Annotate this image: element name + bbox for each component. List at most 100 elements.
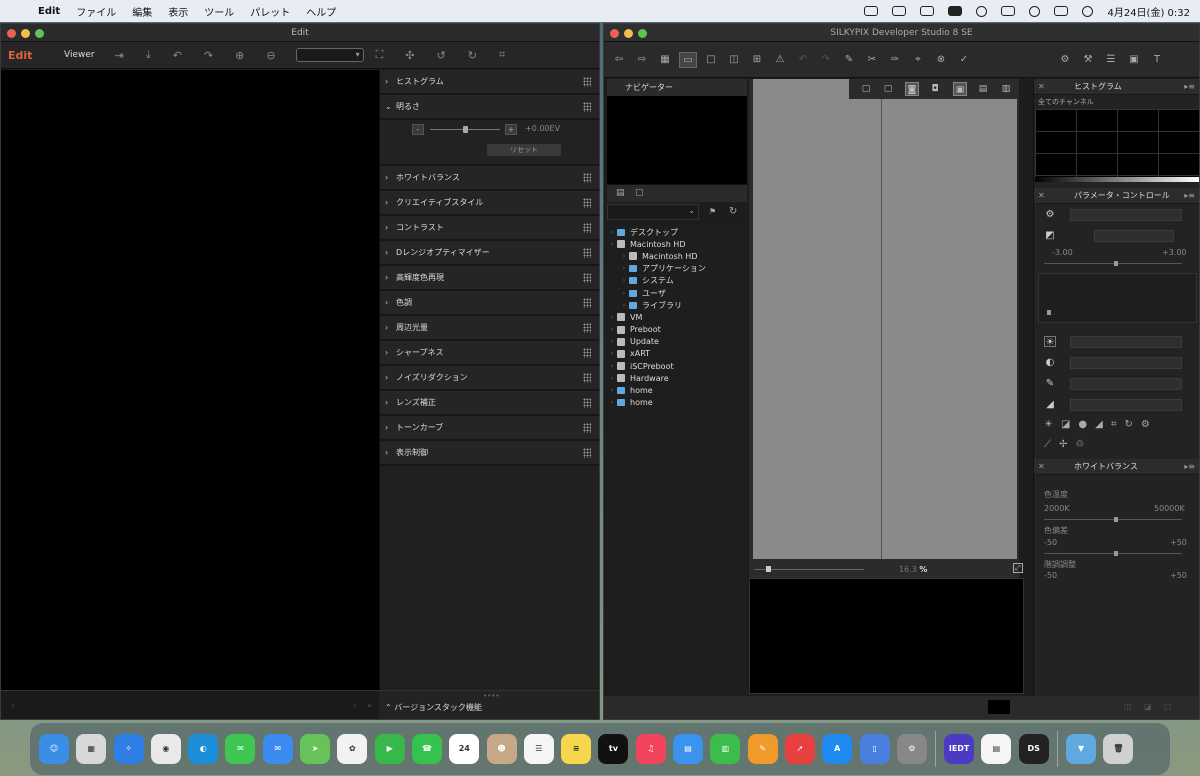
panel-item-display-control[interactable]: › 表示制御	[380, 441, 599, 466]
tree-item[interactable]: › ユーザ	[607, 287, 747, 299]
check-icon[interactable]: ✓	[955, 52, 973, 68]
comment-tab-icon[interactable]: ▢	[635, 188, 644, 198]
open-icon[interactable]: ⇦	[610, 52, 628, 68]
panel-item-vignette[interactable]: › 周辺光量	[380, 316, 599, 341]
tree-item[interactable]: › VM	[607, 311, 747, 323]
dock-app-downloads[interactable]: ▼	[1066, 734, 1097, 764]
last-arrow-icon[interactable]: »	[367, 701, 372, 710]
histogram-header[interactable]: ✕ ヒストグラム ▸≡	[1034, 79, 1199, 95]
dock-app-mail[interactable]: ✉	[262, 734, 293, 764]
grip-icon[interactable]	[583, 198, 591, 208]
calendar-status-icon[interactable]	[892, 6, 907, 16]
disclosure-icon[interactable]: ›	[619, 277, 629, 284]
dock-app-calendar[interactable]: 24	[449, 734, 480, 764]
refresh-icon[interactable]: ↻	[729, 206, 737, 217]
dock-app-numbers[interactable]: ▥	[710, 734, 741, 764]
disclosure-icon[interactable]: ›	[619, 290, 629, 297]
settings-icon[interactable]: ⚙	[1056, 52, 1074, 68]
status-icon-3[interactable]: ▢	[1164, 702, 1172, 711]
tag-icon[interactable]: ⌖	[909, 52, 927, 68]
close-window-button[interactable]	[610, 29, 619, 38]
minimize-window-button[interactable]	[21, 29, 30, 38]
view-mode-2-icon[interactable]: ▢	[881, 82, 895, 96]
disclosure-icon[interactable]: ›	[607, 314, 617, 321]
dock-app-trash[interactable]: 🗑	[1103, 734, 1134, 764]
tree-item[interactable]: › home	[607, 384, 747, 396]
thumbnail-area[interactable]	[749, 578, 1024, 694]
dev-knob[interactable]	[1114, 551, 1118, 556]
panel-item-contrast[interactable]: › コントラスト	[380, 216, 599, 241]
view-mode-5-icon[interactable]: ▣	[953, 82, 967, 96]
next-arrow-icon[interactable]: ›	[353, 701, 356, 710]
view-mode-7-icon[interactable]: ▥	[999, 82, 1013, 96]
grip-icon[interactable]	[583, 373, 591, 383]
tree-item[interactable]: › Macintosh HD	[607, 238, 747, 250]
control-center-icon[interactable]	[1054, 6, 1069, 16]
dock-app-simulator[interactable]: ▯	[859, 734, 890, 764]
disclosure-icon[interactable]: ›	[607, 387, 617, 394]
dock-app-system-preferences[interactable]: ⚙	[896, 734, 927, 764]
zoom-select[interactable]: ▾	[295, 48, 364, 62]
siri-icon[interactable]	[1082, 5, 1094, 17]
minimize-window-button[interactable]	[624, 29, 633, 38]
close-window-button[interactable]	[7, 29, 16, 38]
view-mode-6-icon[interactable]: ▤	[976, 82, 990, 96]
panel-item-sharpness[interactable]: › シャープネス	[380, 341, 599, 366]
input-source-icon[interactable]	[948, 6, 963, 16]
color-select[interactable]	[1070, 378, 1182, 390]
tree-item[interactable]: › Macintosh HD	[607, 250, 747, 262]
dock-app-rocket[interactable]: ➚	[784, 734, 815, 764]
contrast-icon[interactable]: ◐	[1044, 357, 1056, 368]
status-icon-2[interactable]: ◪	[1144, 702, 1152, 711]
develop-icon[interactable]: ⇨	[633, 52, 651, 68]
grip-icon[interactable]	[583, 323, 591, 333]
panel-item-tone-curve[interactable]: › トーンカーブ	[380, 416, 599, 441]
single-view-icon[interactable]: □	[702, 52, 720, 68]
status-icon-1[interactable]: ◫	[1124, 702, 1132, 711]
close-icon[interactable]: ✕	[1038, 459, 1045, 475]
exposure-slider[interactable]	[1044, 263, 1182, 264]
view-mode-3-icon[interactable]: ◙	[905, 82, 919, 96]
disclosure-icon[interactable]: ›	[607, 363, 617, 370]
dock-app-ds[interactable]: DS	[1018, 734, 1049, 764]
folder-dropdown[interactable]: ⌄	[607, 204, 699, 220]
silkypix-titlebar[interactable]: SILKYPIX Developer Studio 8 SE	[604, 24, 1199, 42]
edit-window-titlebar[interactable]: Edit	[1, 24, 599, 42]
tool-icons-line1[interactable]: ☀◪●◢⌗↻⚙	[1044, 419, 1158, 430]
panel-menu-icon[interactable]: ▸≡	[1184, 188, 1195, 204]
dock-app-edge[interactable]: ◐	[188, 734, 219, 764]
grip-icon[interactable]	[583, 423, 591, 433]
tree-item[interactable]: › デスクトップ	[607, 226, 747, 238]
eyedropper-icon[interactable]: ✎	[1044, 378, 1056, 389]
tool-icons-line2[interactable]: ⟋✢♲	[1044, 439, 1092, 450]
tree-item[interactable]: › Hardware	[607, 372, 747, 384]
version-stack-panel[interactable]: •••• ⌃ バージョンスタック機能	[379, 690, 599, 719]
exposure-icon[interactable]: ◩	[1044, 230, 1056, 241]
view-mode-4-icon[interactable]: ◘	[928, 82, 942, 96]
disclosure-icon[interactable]: ›	[607, 338, 617, 345]
contrast-select[interactable]	[1070, 357, 1182, 369]
dock-app-iedt[interactable]: IEDT	[944, 734, 975, 764]
zoom-in-icon[interactable]: ⊕	[235, 49, 244, 62]
sliders-icon[interactable]: ☰	[1102, 52, 1120, 68]
car-icon[interactable]	[920, 6, 935, 16]
preview-layout-icon[interactable]: ▭	[679, 51, 697, 68]
menu-app-name[interactable]: Edit	[38, 6, 60, 17]
exposure-field[interactable]	[1094, 230, 1174, 242]
warning-icon[interactable]: ⚠	[771, 52, 789, 68]
dock-app-tv[interactable]: tv	[598, 734, 629, 764]
menu-edit[interactable]: 編集	[132, 4, 152, 19]
disclosure-icon[interactable]: ›	[619, 302, 629, 309]
grip-icon[interactable]	[583, 398, 591, 408]
spot-icon[interactable]: ✑	[886, 52, 904, 68]
menu-view[interactable]: 表示	[168, 4, 188, 19]
grip-icon[interactable]	[583, 273, 591, 283]
histogram-channel[interactable]: 全てのチャンネル	[1034, 95, 1199, 109]
dock-app-notes[interactable]: ≡	[561, 734, 592, 764]
paste-icon[interactable]: ✂	[863, 52, 881, 68]
navigator-view[interactable]	[607, 96, 747, 184]
tree-item[interactable]: › アプリケーション	[607, 263, 747, 275]
tree-item[interactable]: › home	[607, 397, 747, 409]
dock-app-launchpad[interactable]: ▦	[76, 734, 107, 764]
menu-file[interactable]: ファイル	[76, 4, 116, 19]
